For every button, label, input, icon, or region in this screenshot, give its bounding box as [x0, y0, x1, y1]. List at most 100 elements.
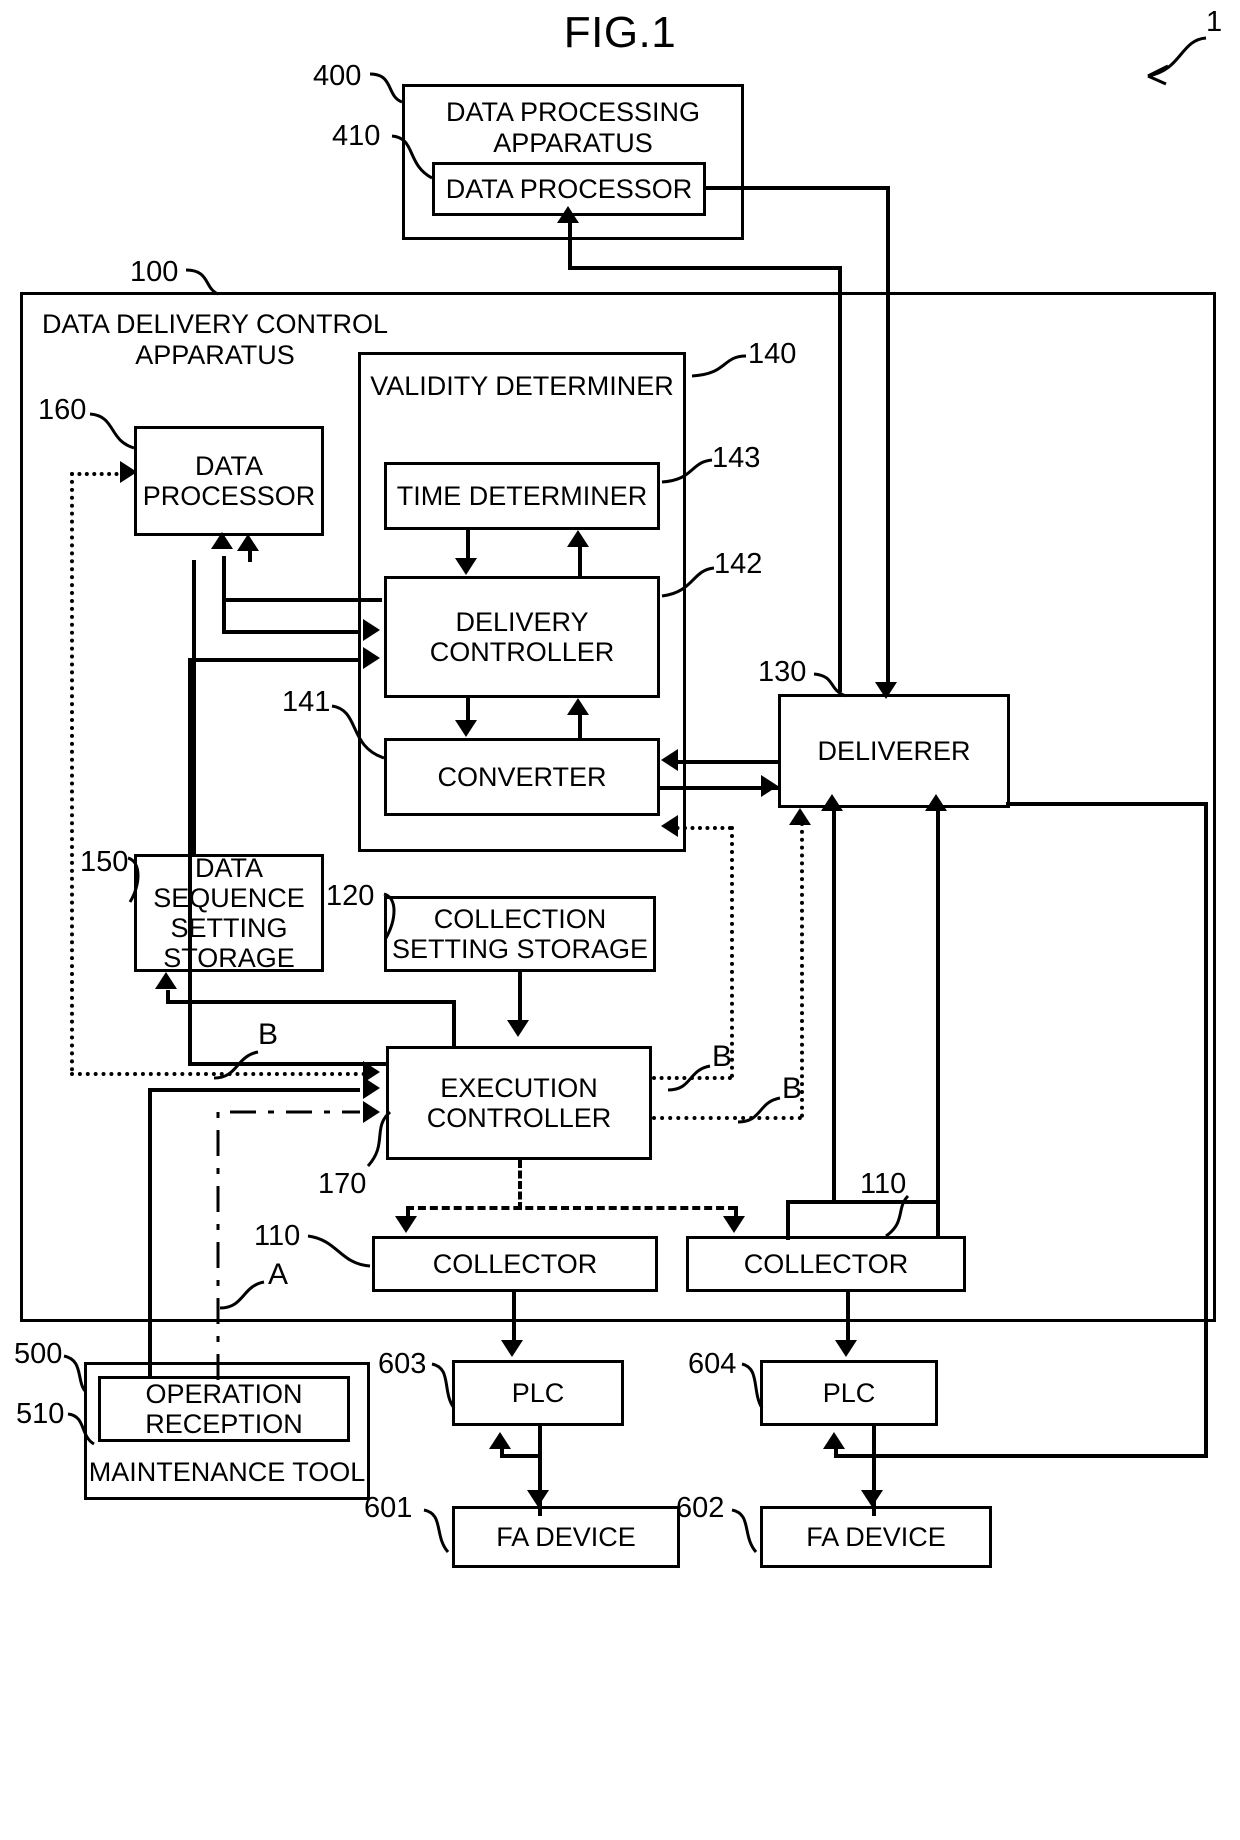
conn-B-bottom-h	[70, 1072, 366, 1076]
collector-left-box[interactable]: COLLECTOR	[372, 1236, 658, 1292]
conn-right-rail-vert	[1204, 806, 1208, 1456]
data-sequence-setting-storage-box[interactable]: DATA SEQUENCE SETTING STORAGE	[134, 853, 324, 973]
signal-label-A: A	[268, 1258, 289, 1291]
conn-exec-to-collectors-h	[406, 1206, 736, 1210]
conn-collectorR-to-plcR	[846, 1292, 850, 1342]
ref-604: 604	[688, 1348, 737, 1380]
arrowhead-deliverer-to-converter	[661, 749, 678, 771]
conn-idp-bridge	[222, 598, 226, 632]
fa-device-right-box[interactable]: FA DEVICE	[760, 1506, 992, 1568]
conn-collectorL-corner	[786, 1200, 790, 1240]
conn-to-extdp-v	[838, 266, 842, 692]
ref-160: 160	[38, 394, 87, 426]
arrowhead-B-to-exec-left	[363, 1061, 380, 1083]
conn-line-b-to-delivery	[188, 658, 360, 662]
internal-data-processor-box[interactable]: DATA PROCESSOR	[134, 426, 324, 536]
conn-dsss-to-idp	[192, 560, 196, 856]
leader-602	[731, 1508, 758, 1553]
ref-110-right: 110	[860, 1168, 907, 1200]
arrowhead-collectorL-to-plcL	[501, 1340, 523, 1357]
ref-120: 120	[326, 880, 375, 912]
conn-B-right1-h	[652, 1076, 732, 1080]
arrowhead-css-to-exec	[507, 1020, 529, 1037]
conn-maint-vert	[148, 1092, 152, 1378]
time-determiner-box[interactable]: TIME DETERMINER	[384, 462, 660, 530]
ref-602: 602	[676, 1492, 725, 1524]
conn-maint-to-exec-h	[148, 1088, 360, 1092]
conn-faL-to-plcL-h	[500, 1454, 542, 1458]
signal-label-B-right: B	[782, 1072, 803, 1105]
conn-idp-to-delivery-h	[222, 598, 382, 602]
arrowhead-exec-to-dsss	[155, 972, 177, 989]
conn-exec-to-dsss-h	[166, 1000, 456, 1004]
conn-exec-to-dsss-riser	[452, 1000, 456, 1048]
arrowhead-B-to-deliverer	[789, 808, 811, 825]
ref-500: 500	[14, 1338, 63, 1370]
arrowhead-to-extdp	[557, 206, 579, 223]
conn-collectorR-up	[936, 810, 940, 1238]
ref-601: 601	[364, 1492, 413, 1524]
arrowhead-to-internal-dp	[211, 532, 233, 549]
conn-B-left-top-h	[70, 472, 126, 476]
arrowhead-converter-to-deliverer	[761, 775, 778, 797]
arrowhead-into-idp	[237, 534, 259, 551]
arrowhead-extdp-to-deliverer	[875, 682, 897, 699]
ref-170: 170	[318, 1168, 367, 1200]
leader-601	[423, 1508, 450, 1553]
plc-left-box[interactable]: PLC	[452, 1360, 624, 1426]
ref-400: 400	[313, 60, 362, 92]
ref-130: 130	[758, 656, 807, 688]
plc-right-box[interactable]: PLC	[760, 1360, 938, 1426]
execution-controller-box[interactable]: EXECUTION CONTROLLER	[386, 1046, 652, 1160]
conn-css-to-exec	[518, 972, 522, 1022]
conn-extdp-down	[886, 186, 890, 688]
arrowhead-B-to-converter	[661, 815, 678, 837]
delivery-controller-box[interactable]: DELIVERY CONTROLLER	[384, 576, 660, 698]
collection-setting-storage-box[interactable]: COLLECTION SETTING STORAGE	[384, 896, 656, 972]
conn-exec-left-rail	[188, 1062, 388, 1066]
maintenance-tool-label: MAINTENANCE TOOL	[88, 1456, 366, 1487]
conn-collectorL-to-plcL	[512, 1292, 516, 1342]
conn-exec-to-dsss-v	[166, 990, 170, 1002]
ref-150: 150	[80, 846, 129, 878]
arrowhead-plcR-to-faR	[861, 1490, 883, 1507]
conn-right-rail-bottom	[834, 1454, 1208, 1458]
conn-exec-to-collectors-v	[518, 1160, 522, 1210]
arrowhead-time-to-delivery	[455, 558, 477, 575]
conn-collectorL-up-h	[786, 1200, 936, 1204]
ref-510: 510	[16, 1398, 65, 1430]
arrowhead-collectorR-to-deliverer	[925, 794, 947, 811]
ref-410: 410	[332, 120, 381, 152]
operation-reception-box[interactable]: OPERATION RECEPTION	[98, 1376, 350, 1442]
arrowhead-faL-to-plcL	[489, 1432, 511, 1449]
figure-canvas: FIG.1 1 DATA PROCESSING APPARATUS DATA P…	[0, 0, 1240, 1840]
figure-title: FIG.1	[563, 8, 677, 57]
signal-label-B-left: B	[258, 1018, 279, 1051]
conn-delivery-to-converter	[466, 698, 470, 722]
ref-142: 142	[714, 548, 763, 580]
ref-603: 603	[378, 1348, 427, 1380]
conn-B-right2-h	[652, 1116, 802, 1120]
conn-deliverer-down	[832, 806, 836, 1202]
collector-right-box[interactable]: COLLECTOR	[686, 1236, 966, 1292]
arrowhead-B-to-internal-dp	[120, 461, 137, 483]
arrowhead-collectorR-to-plcR	[835, 1340, 857, 1357]
conn-extdp-right	[706, 186, 890, 190]
conn-to-extdp-h	[568, 266, 842, 270]
validity-determiner-label: VALIDITY DETERMINER	[370, 371, 674, 401]
arrowhead-plcL-to-faL	[527, 1490, 549, 1507]
arrowhead-converter-to-delivery	[567, 698, 589, 715]
arrowhead-exec-to-collectorL	[395, 1216, 417, 1233]
arrowhead-a-to-delivery	[363, 619, 380, 641]
arrowhead-exec-to-collectorR	[723, 1216, 745, 1233]
ref-141: 141	[282, 686, 331, 718]
conn-B-left-vert	[70, 472, 74, 1072]
conn-deliverer-to-converter	[678, 760, 778, 764]
fa-device-left-box[interactable]: FA DEVICE	[452, 1506, 680, 1568]
converter-box[interactable]: CONVERTER	[384, 738, 660, 816]
data-processing-apparatus-label: DATA PROCESSING APPARATUS	[445, 97, 701, 158]
ref-100: 100	[130, 256, 179, 288]
conn-right-rail-to-deliverer	[1006, 802, 1208, 806]
ref-140: 140	[748, 338, 797, 370]
deliverer-box[interactable]: DELIVERER	[778, 694, 1010, 808]
